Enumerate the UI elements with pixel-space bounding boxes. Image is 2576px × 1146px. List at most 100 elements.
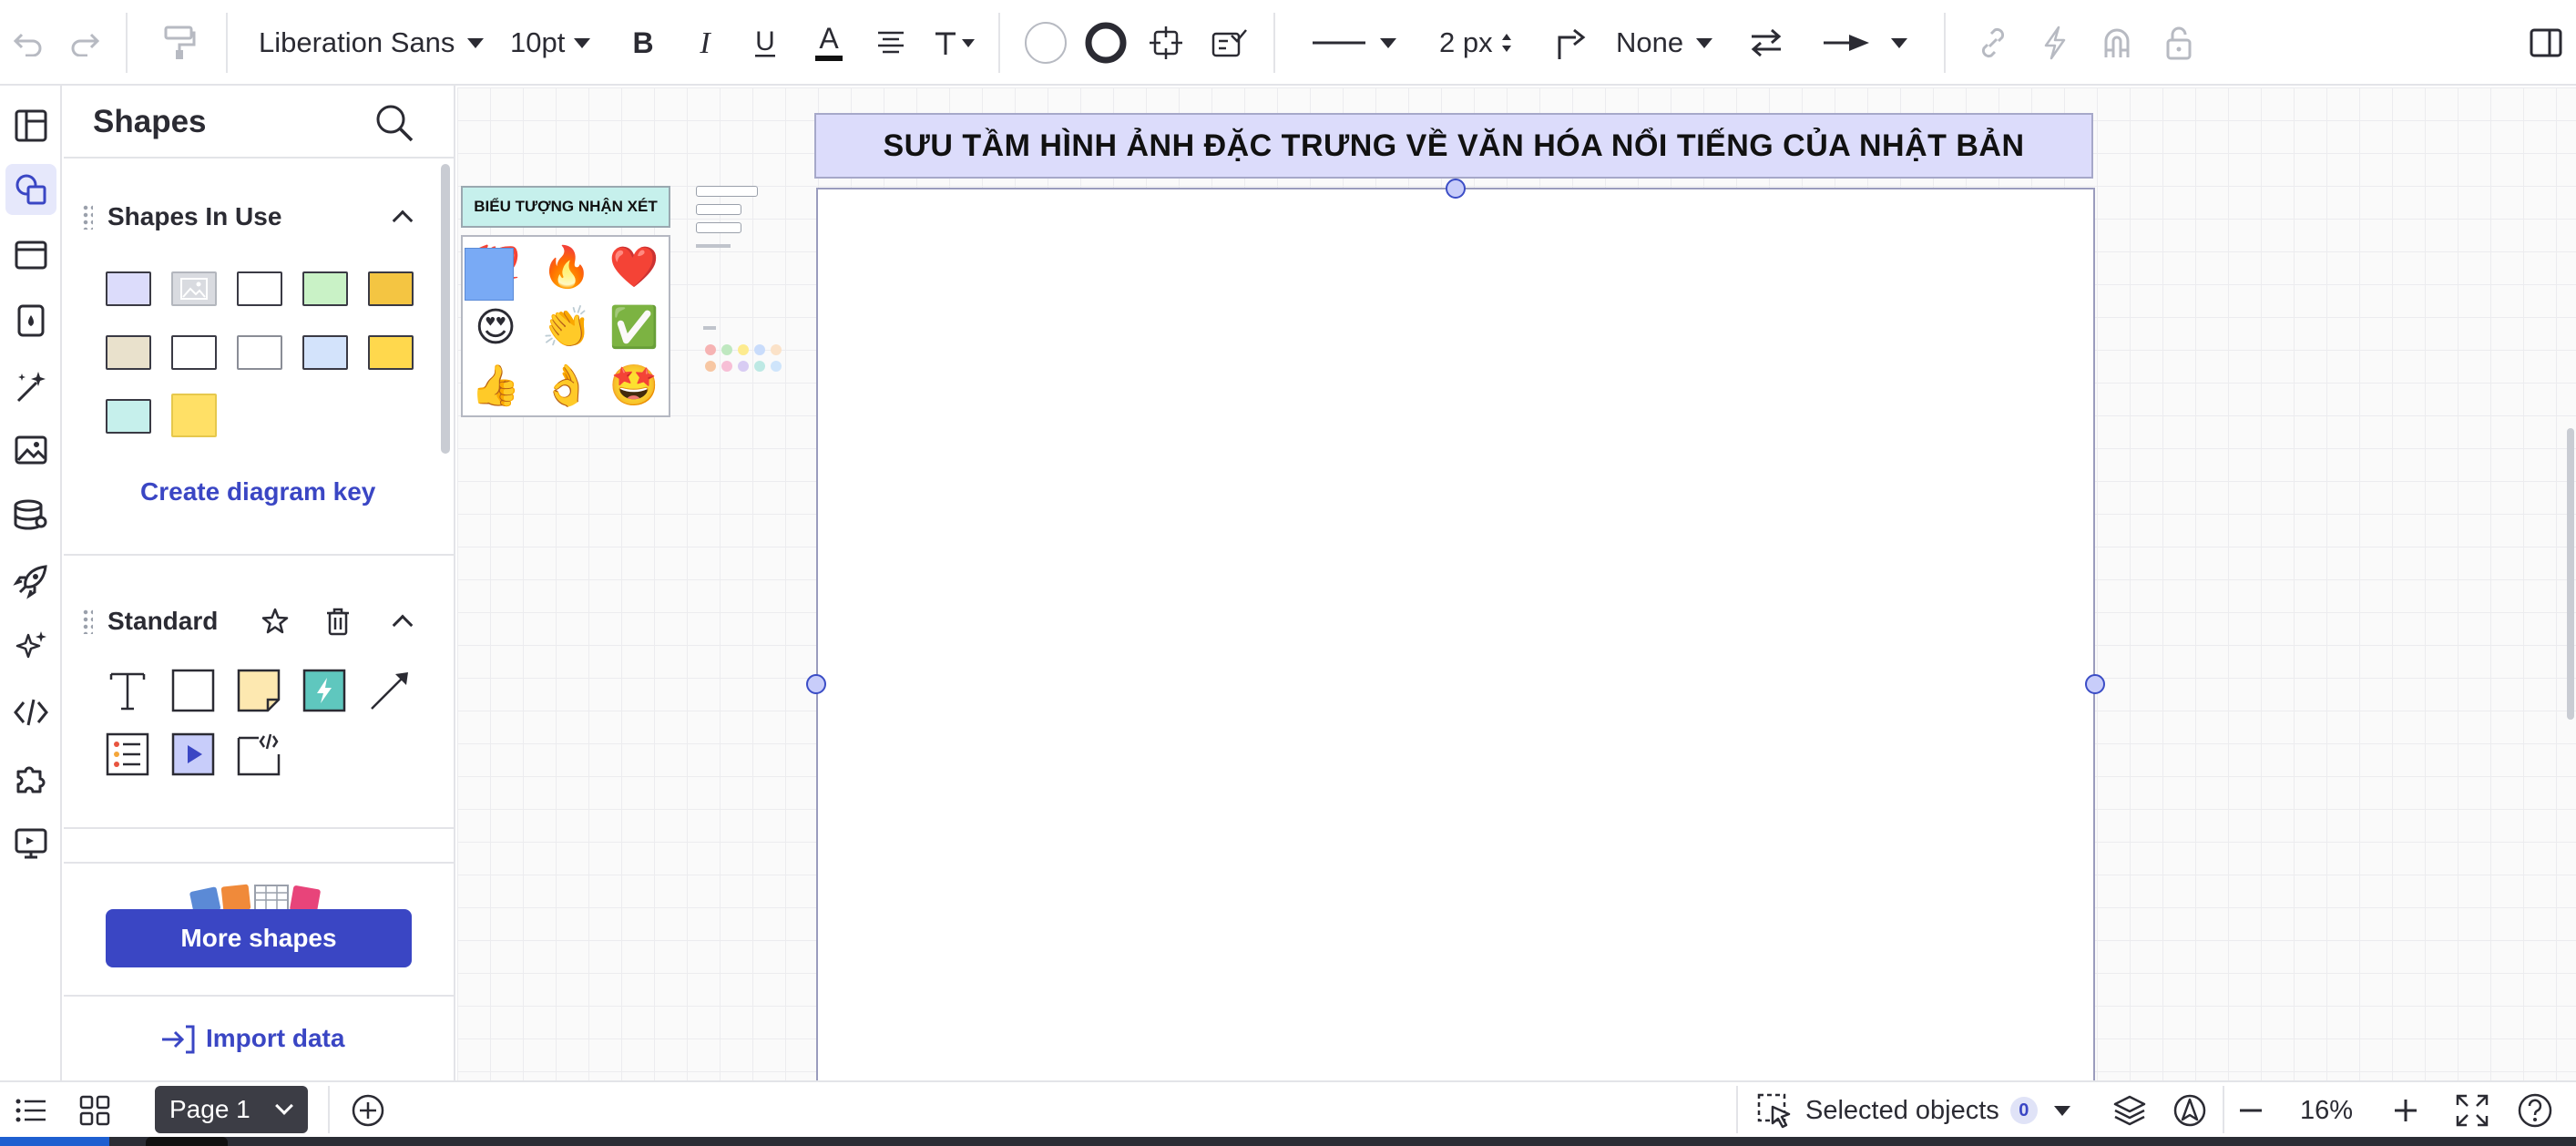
canvas-scrollbar-vertical[interactable] [2567,428,2574,720]
link-icon[interactable] [1973,16,2013,69]
arrow-line-icon[interactable] [368,669,412,712]
resize-handle-left[interactable] [806,674,826,694]
text-shape-icon[interactable] [106,669,149,712]
line-style-select[interactable] [1308,16,1399,69]
magic-wand-icon[interactable] [5,361,56,412]
create-diagram-key-link[interactable]: Create diagram key [140,477,375,506]
action-shape-icon[interactable] [302,669,346,712]
selected-objects-label: Selected objects [1805,1095,1999,1125]
presentation-icon[interactable] [5,818,56,869]
align-center-icon[interactable] [871,16,911,69]
code-icon[interactable] [5,687,56,738]
selected-board-shape[interactable] [816,188,2095,1080]
search-icon[interactable] [373,102,415,148]
list-shape-icon[interactable] [106,732,149,776]
shapes-panel-icon[interactable] [5,164,56,215]
shape-swatch[interactable] [237,335,282,370]
right-panel-icon[interactable] [2525,16,2567,69]
zoom-out-button[interactable] [2232,1090,2270,1131]
format-painter-icon[interactable] [157,16,202,69]
embed-code-icon[interactable] [237,732,281,776]
resize-handle-right[interactable] [2085,674,2105,694]
line-width-stepper[interactable]: 2 px [1439,16,1528,69]
svg-text:B: B [632,28,653,57]
collapse-chevron-icon[interactable] [392,614,414,636]
bold-button[interactable]: B [623,16,663,69]
list-view-icon[interactable] [13,1090,49,1131]
fit-to-screen-icon[interactable] [2452,1090,2492,1131]
mini-instructions-panel[interactable] [696,186,762,313]
rectangle-shape-icon[interactable] [171,669,215,712]
line-routing-icon[interactable] [1549,16,1592,69]
resize-handle-top[interactable] [1446,179,1466,199]
star-struck-icon: 🤩 [608,363,659,408]
text-options-button[interactable] [933,16,975,69]
more-shapes-button[interactable]: More shapes [106,909,412,967]
zoom-level[interactable]: 16% [2281,1090,2372,1131]
add-page-button[interactable] [348,1090,388,1131]
heart-eyes-icon: 😍 [475,305,516,350]
undo-icon[interactable] [5,16,51,69]
line-start-select[interactable]: None [1616,16,1725,69]
fill-color-button[interactable] [1022,16,1069,69]
shape-swatch[interactable] [368,335,414,370]
legend-title[interactable]: BIỂU TƯỢNG NHẬN XÉT [461,186,670,228]
shape-swatch[interactable] [237,271,282,306]
panel-title: Shapes [93,104,207,139]
chevron-down-icon [962,38,975,47]
zoom-value: 16% [2299,1095,2354,1125]
shape-swatch[interactable] [302,335,348,370]
video-shape-icon[interactable] [171,732,215,776]
font-size-select[interactable]: 10pt [510,16,601,69]
panel-scrollbar[interactable] [441,164,450,454]
trash-icon[interactable] [324,607,352,640]
drag-handle-icon[interactable] [82,204,93,230]
zoom-in-button[interactable] [2387,1090,2425,1131]
redo-icon[interactable] [62,16,107,69]
collapse-chevron-icon[interactable] [392,210,414,231]
ai-sparkle-icon[interactable] [5,621,56,672]
note-shape-icon[interactable] [237,669,281,712]
grid-view-icon[interactable] [77,1090,113,1131]
import-data-link[interactable]: Import data [206,1024,344,1053]
import-icon[interactable] [160,1024,197,1059]
star-icon[interactable] [261,607,290,640]
underline-button[interactable]: U [745,16,785,69]
text-color-button[interactable]: A [809,16,849,69]
integrations-puzzle-icon[interactable] [5,752,56,803]
layers-icon[interactable] [2110,1090,2150,1131]
navigate-icon[interactable] [2170,1090,2210,1131]
containers-icon[interactable] [5,230,56,281]
shape-swatch[interactable] [302,271,348,306]
selected-objects-button[interactable]: Selected objects 0 [1756,1090,2075,1131]
shape-swatch[interactable] [106,335,151,370]
data-icon[interactable] [5,490,56,541]
pages-panel-icon[interactable] [5,100,56,151]
title-banner[interactable]: SƯU TẦM HÌNH ẢNH ĐẶC TRƯNG VỀ VĂN HÓA NỔ… [814,113,2093,179]
magnet-icon[interactable] [2097,16,2137,69]
shape-options-icon[interactable] [1146,16,1186,69]
line-color-button[interactable] [1082,16,1130,69]
lightning-icon[interactable] [2035,16,2075,69]
image-shape-icon[interactable] [171,271,217,306]
line-end-select[interactable] [1814,16,1915,69]
shape-swatch[interactable] [106,271,151,306]
swap-arrows-icon[interactable] [1745,16,1787,69]
page-tab[interactable]: Page 1 [155,1086,308,1133]
help-icon[interactable] [2514,1090,2556,1131]
diagram-canvas[interactable]: SƯU TẦM HÌNH ẢNH ĐẶC TRƯNG VỀ VĂN HÓA NỔ… [457,87,2576,1080]
shape-swatch[interactable] [106,399,151,434]
lock-icon[interactable] [2159,16,2199,69]
drag-handle-icon[interactable] [82,609,93,634]
conditional-format-icon[interactable] [1208,16,1252,69]
italic-button[interactable]: I [685,16,725,69]
image-icon[interactable] [5,425,56,476]
theme-icon[interactable] [5,295,56,346]
rocket-icon[interactable] [5,556,56,607]
shape-swatch[interactable] [171,335,217,370]
font-family-select[interactable]: Liberation Sans [259,16,485,69]
sticky-note-swatch[interactable] [171,394,217,437]
page-tab-label: Page 1 [169,1095,250,1123]
shape-swatch[interactable] [368,271,414,306]
mini-sticky-note[interactable] [465,248,514,301]
